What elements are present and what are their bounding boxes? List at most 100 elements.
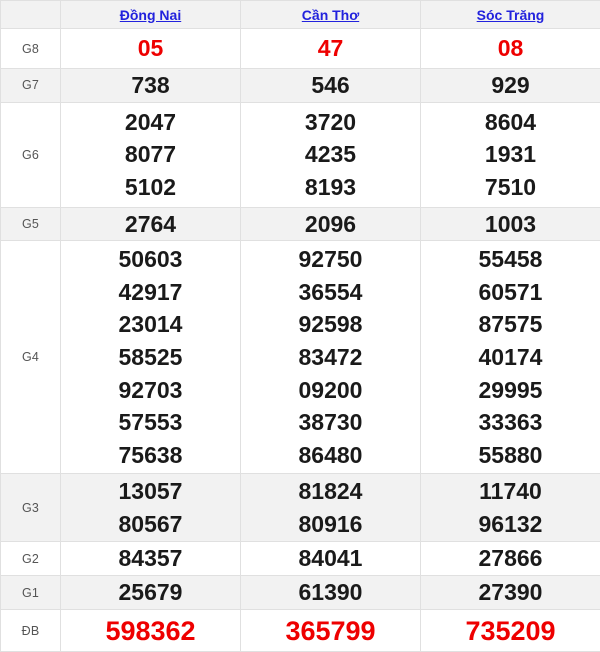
prize-number: 27866 bbox=[421, 542, 600, 575]
prize-number: 42917 bbox=[61, 276, 240, 309]
prize-cell-g2-col3: 27866 bbox=[421, 542, 600, 576]
prize-number: 36554 bbox=[241, 276, 420, 309]
prize-cell-g7-col3: 929 bbox=[421, 69, 600, 103]
prize-number: 58525 bbox=[61, 341, 240, 374]
prize-number: 83472 bbox=[241, 341, 420, 374]
prize-label-g1: G1 bbox=[1, 576, 61, 610]
prize-number: 33363 bbox=[421, 406, 600, 439]
prize-label-g8: G8 bbox=[1, 29, 61, 69]
prize-cell-g4-col1: 50603429172301458525927035755375638 bbox=[61, 241, 241, 474]
province-link-dong-nai[interactable]: Đồng Nai bbox=[120, 8, 181, 22]
prize-label-g7: G7 bbox=[1, 69, 61, 103]
prize-cell-g5-col3: 1003 bbox=[421, 207, 600, 241]
prize-number: 365799 bbox=[241, 612, 420, 650]
province-link-soc-trang[interactable]: Sóc Trăng bbox=[477, 8, 545, 22]
prize-number: 11740 bbox=[421, 475, 600, 508]
prize-cell-g6-col1: 204780775102 bbox=[61, 102, 241, 207]
prize-number: 23014 bbox=[61, 308, 240, 341]
prize-cell-g3-col1: 1305780567 bbox=[61, 474, 241, 542]
prize-number: 2096 bbox=[241, 208, 420, 241]
prize-number: 3720 bbox=[241, 106, 420, 139]
prize-number: 09200 bbox=[241, 374, 420, 407]
prize-number: 57553 bbox=[61, 406, 240, 439]
prize-number: 735209 bbox=[421, 612, 600, 650]
prize-cell-g2-col1: 84357 bbox=[61, 542, 241, 576]
prize-cell-g5-col1: 2764 bbox=[61, 207, 241, 241]
header-corner-cell bbox=[1, 1, 61, 29]
prize-cell-g4-col2: 92750365549259883472092003873086480 bbox=[241, 241, 421, 474]
prize-row-g2: G2843578404127866 bbox=[1, 542, 600, 576]
prize-label-g2: G2 bbox=[1, 542, 61, 576]
header-province-can-tho: Cần Thơ bbox=[241, 1, 421, 29]
prize-number: 92750 bbox=[241, 243, 420, 276]
prize-number: 2047 bbox=[61, 106, 240, 139]
prize-number: 5102 bbox=[61, 171, 240, 204]
prize-number: 25679 bbox=[61, 576, 240, 609]
prize-cell-g6-col3: 860419317510 bbox=[421, 102, 600, 207]
prize-cell-g8-col3: 08 bbox=[421, 29, 600, 69]
prize-label-g4: G4 bbox=[1, 241, 61, 474]
prize-number: 929 bbox=[421, 69, 600, 102]
prize-number: 81824 bbox=[241, 475, 420, 508]
table-body: G8054708G7738546929G62047807751023720423… bbox=[1, 29, 600, 652]
prize-number: 75638 bbox=[61, 439, 240, 472]
prize-number: 80916 bbox=[241, 508, 420, 541]
prize-cell-g1-col3: 27390 bbox=[421, 576, 600, 610]
prize-number: 05 bbox=[61, 32, 240, 65]
prize-number: 86480 bbox=[241, 439, 420, 472]
prize-row-g7: G7738546929 bbox=[1, 69, 600, 103]
prize-row-đb: ĐB598362365799735209 bbox=[1, 610, 600, 652]
prize-number: 4235 bbox=[241, 138, 420, 171]
prize-number: 1003 bbox=[421, 208, 600, 241]
prize-cell-đb-col1: 598362 bbox=[61, 610, 241, 652]
prize-cell-g1-col1: 25679 bbox=[61, 576, 241, 610]
prize-number: 08 bbox=[421, 32, 600, 65]
prize-cell-g7-col1: 738 bbox=[61, 69, 241, 103]
prize-cell-g8-col1: 05 bbox=[61, 29, 241, 69]
prize-cell-g3-col2: 8182480916 bbox=[241, 474, 421, 542]
prize-number: 84357 bbox=[61, 542, 240, 575]
prize-number: 40174 bbox=[421, 341, 600, 374]
prize-row-g8: G8054708 bbox=[1, 29, 600, 69]
prize-row-g1: G1256796139027390 bbox=[1, 576, 600, 610]
prize-number: 55880 bbox=[421, 439, 600, 472]
prize-number: 80567 bbox=[61, 508, 240, 541]
prize-number: 50603 bbox=[61, 243, 240, 276]
prize-number: 87575 bbox=[421, 308, 600, 341]
prize-cell-g5-col2: 2096 bbox=[241, 207, 421, 241]
prize-number: 1931 bbox=[421, 138, 600, 171]
prize-cell-g6-col2: 372042358193 bbox=[241, 102, 421, 207]
prize-number: 8604 bbox=[421, 106, 600, 139]
prize-cell-g1-col2: 61390 bbox=[241, 576, 421, 610]
prize-row-g5: G5276420961003 bbox=[1, 207, 600, 241]
prize-cell-g2-col2: 84041 bbox=[241, 542, 421, 576]
header-province-dong-nai: Đồng Nai bbox=[61, 1, 241, 29]
lottery-results-table: Đồng Nai Cần Thơ Sóc Trăng G8054708G7738… bbox=[0, 0, 600, 652]
prize-number: 38730 bbox=[241, 406, 420, 439]
prize-cell-g3-col3: 1174096132 bbox=[421, 474, 600, 542]
prize-number: 29995 bbox=[421, 374, 600, 407]
prize-number: 546 bbox=[241, 69, 420, 102]
prize-number: 7510 bbox=[421, 171, 600, 204]
header-row: Đồng Nai Cần Thơ Sóc Trăng bbox=[1, 1, 600, 29]
prize-label-g6: G6 bbox=[1, 102, 61, 207]
prize-number: 92703 bbox=[61, 374, 240, 407]
prize-cell-g8-col2: 47 bbox=[241, 29, 421, 69]
prize-number: 92598 bbox=[241, 308, 420, 341]
prize-number: 738 bbox=[61, 69, 240, 102]
prize-number: 598362 bbox=[61, 612, 240, 650]
header-province-soc-trang: Sóc Trăng bbox=[421, 1, 600, 29]
table-header: Đồng Nai Cần Thơ Sóc Trăng bbox=[1, 1, 600, 29]
prize-number: 47 bbox=[241, 32, 420, 65]
prize-row-g6: G6204780775102372042358193860419317510 bbox=[1, 102, 600, 207]
prize-row-g3: G3130578056781824809161174096132 bbox=[1, 474, 600, 542]
prize-number: 13057 bbox=[61, 475, 240, 508]
prize-label-đb: ĐB bbox=[1, 610, 61, 652]
prize-number: 8193 bbox=[241, 171, 420, 204]
prize-number: 84041 bbox=[241, 542, 420, 575]
prize-label-g5: G5 bbox=[1, 207, 61, 241]
province-link-can-tho[interactable]: Cần Thơ bbox=[302, 8, 359, 22]
prize-number: 8077 bbox=[61, 138, 240, 171]
prize-label-g3: G3 bbox=[1, 474, 61, 542]
prize-number: 55458 bbox=[421, 243, 600, 276]
